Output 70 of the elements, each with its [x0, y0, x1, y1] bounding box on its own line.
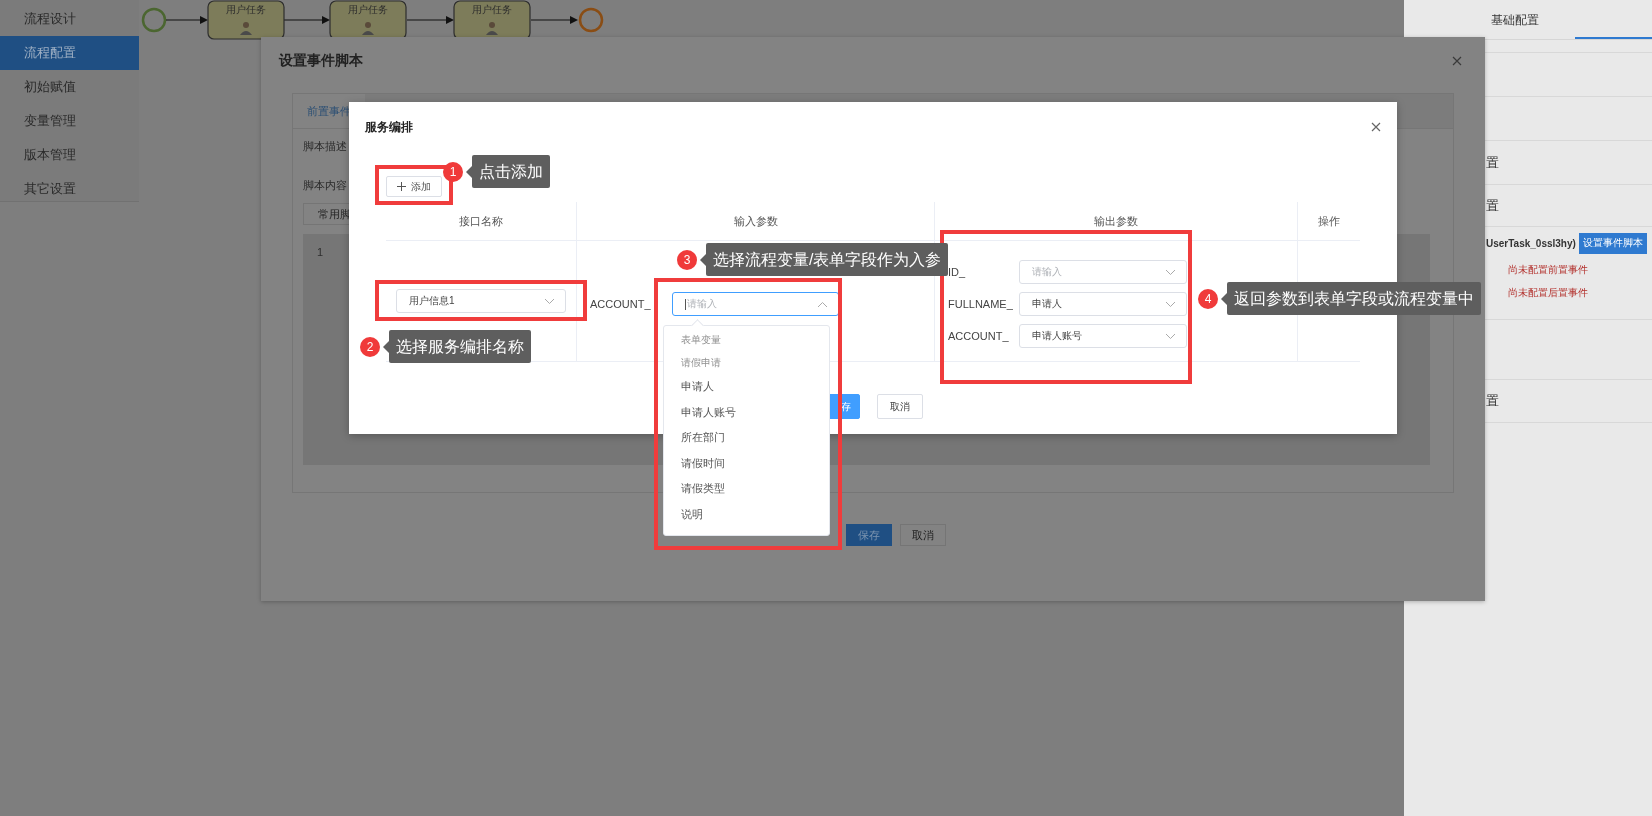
column-header: 接口名称	[386, 202, 577, 241]
field-label: 脚本描述	[303, 139, 347, 154]
task-id: UserTask_0ssl3hy)	[1486, 238, 1576, 249]
sidebar-item[interactable]: 版本管理	[0, 138, 139, 172]
field-label: 脚本内容	[303, 178, 347, 193]
menu-item[interactable]: 请假类型	[664, 476, 829, 502]
task-label: 用户任务	[472, 4, 512, 15]
pointer-icon	[383, 340, 389, 353]
close-icon[interactable]	[1371, 122, 1381, 132]
menu-item[interactable]: 所在部门	[664, 425, 829, 451]
pointer-icon	[1221, 292, 1227, 305]
person-icon	[240, 22, 252, 35]
end-event	[578, 7, 604, 33]
column-header: 输出参数	[935, 202, 1298, 241]
start-event	[141, 7, 167, 33]
dialog-title: 设置事件脚本	[279, 52, 363, 70]
person-icon	[486, 22, 498, 35]
param-name: ACCOUNT_	[948, 330, 1010, 342]
sidebar-item[interactable]: 其它设置	[0, 172, 139, 206]
field-label: 置	[1486, 153, 1499, 172]
pointer-icon	[466, 165, 472, 178]
column-header: 输入参数	[577, 202, 935, 241]
warning-text: 尚未配置后置事件	[1508, 286, 1588, 300]
column-header: 操作	[1298, 202, 1360, 241]
param-name: ACCOUNT_	[590, 298, 651, 310]
param-select[interactable]: 请输入	[1019, 260, 1187, 284]
chevron-down-icon	[544, 297, 555, 305]
chevron-down-icon	[1165, 332, 1176, 340]
close-icon[interactable]	[1452, 56, 1462, 66]
chevron-down-icon	[1165, 268, 1176, 276]
plus-icon	[397, 182, 406, 191]
cancel-button[interactable]: 取消	[900, 524, 946, 546]
param-name: FULLNAME_	[948, 298, 1014, 310]
param-select[interactable]: 申请人	[1019, 292, 1187, 316]
sidebar-item[interactable]: 变量管理	[0, 104, 139, 138]
group-label: 请假申请	[680, 356, 722, 370]
chevron-up-icon	[816, 300, 828, 308]
param-select[interactable]: 申请人账号	[1019, 324, 1187, 348]
menu-item[interactable]: 请假时间	[664, 450, 829, 476]
set-script-button[interactable]: 设置事件脚本	[1578, 233, 1647, 254]
chevron-down-icon	[1165, 300, 1176, 308]
cancel-button[interactable]: 取消	[877, 394, 923, 419]
warning-text: 尚未配置前置事件	[1508, 263, 1588, 277]
add-button[interactable]: 添加	[386, 176, 442, 197]
sidebar-item[interactable]: 流程配置	[0, 36, 139, 70]
callout-tooltip: 选择流程变量/表单字段作为入参	[706, 243, 949, 276]
line-number: 1	[317, 246, 324, 258]
flow-arrow	[283, 16, 330, 24]
task-label: 用户任务	[348, 4, 388, 15]
save-button[interactable]: 保存	[846, 524, 892, 546]
param-select[interactable]: 请输入	[671, 292, 839, 316]
sidebar-item[interactable]: 流程设计	[0, 2, 139, 36]
pointer-icon	[700, 253, 706, 266]
flow-arrow	[165, 16, 208, 24]
callout-tooltip: 点击添加	[472, 155, 550, 188]
group-label: 表单变量	[680, 333, 722, 347]
service-select[interactable]: 用户信息1	[396, 289, 566, 313]
sidebar-item[interactable]: 初始赋值	[0, 70, 139, 104]
person-icon	[362, 22, 374, 35]
panel-tab[interactable]: 基础配置	[1404, 0, 1575, 39]
param-name: ID_	[948, 266, 967, 278]
callout-tooltip: 返回参数到表单字段或流程变量中	[1227, 282, 1481, 315]
flow-arrow	[406, 16, 454, 24]
menu-item[interactable]: 说明	[664, 501, 829, 527]
dialog-title: 服务编排	[365, 118, 413, 136]
task-label: 用户任务	[226, 4, 266, 15]
field-label: 置	[1486, 392, 1499, 410]
callout-tooltip: 选择服务编排名称	[389, 330, 531, 363]
flow-arrow	[530, 16, 578, 24]
field-label: 置	[1486, 196, 1499, 215]
